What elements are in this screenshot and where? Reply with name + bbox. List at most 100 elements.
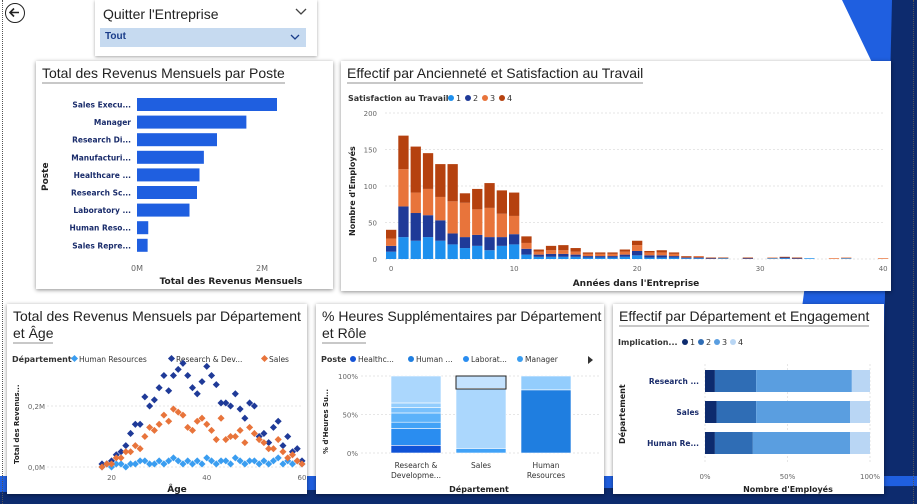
x-tick: 0% [699, 473, 710, 481]
legend-label: Research & Dev... [176, 355, 242, 364]
bar-segment [447, 201, 458, 234]
scatter-point [155, 384, 163, 392]
x-axis-title: Nombre d'Employés [743, 484, 833, 494]
scatter-point [136, 420, 144, 428]
bar-segment [484, 250, 495, 259]
y-tick: 50 [368, 220, 377, 228]
bar-segment [398, 169, 409, 207]
bar-segment [545, 250, 557, 254]
y-axis-title: Nombre d'Employés [347, 146, 357, 236]
overtime-card[interactable]: % Heures Supplémentaires par Département… [316, 304, 604, 494]
bar-segment [390, 428, 442, 446]
legend-title: Département [12, 354, 72, 364]
bar [137, 186, 197, 199]
scatter-point [269, 445, 277, 453]
legend-label: Human Resources [79, 355, 147, 364]
bar-segment [779, 257, 790, 259]
legend-label: 1 [456, 94, 461, 103]
legend-label: Sales [269, 355, 289, 364]
bar-segment [742, 257, 753, 259]
slicer-title: Quitter l'Entreprise [103, 6, 219, 22]
bar-segment [681, 257, 692, 259]
bar [137, 133, 217, 147]
bar-segment [668, 252, 680, 254]
bar-segment [390, 375, 442, 404]
revenue-dept-age-card[interactable]: Total des Revenus Mensuels par Départeme… [7, 304, 307, 494]
bar-segment [422, 188, 434, 216]
bar-segment [545, 245, 557, 251]
y-tick: 0 [373, 256, 377, 264]
bar-segment [545, 253, 557, 257]
bar-segment [656, 252, 667, 256]
arrow-left-circle-icon[interactable] [5, 3, 25, 23]
bar [137, 150, 204, 164]
bar-segment [619, 254, 630, 257]
bar-segment [804, 258, 815, 259]
scatter-point [184, 371, 192, 380]
legend-marker [499, 95, 505, 101]
bar-segment [484, 183, 495, 208]
legend-marker [448, 95, 454, 101]
scatter-point [188, 384, 197, 392]
scatter-point [160, 371, 168, 380]
x-tick: 40 [879, 265, 888, 273]
engagement-card[interactable]: Effectif par Département et Engagement I… [613, 304, 884, 494]
revenue-by-role-chart: Poste Total des Revenus Mensuels 0M 2M S… [41, 98, 302, 287]
bar-segment [582, 253, 594, 257]
right-border-line [913, 0, 914, 504]
legend-marker [682, 339, 688, 345]
bar-segment [668, 253, 680, 257]
revenue-by-role-card[interactable]: Total des Revenus Mensuels par Poste Pos… [36, 61, 333, 289]
legend-marker [465, 95, 471, 101]
scatter-point [122, 442, 130, 450]
tenure-satisfaction-card[interactable]: Effectif par Ancienneté et Satisfaction … [341, 61, 891, 291]
bar-segment [595, 257, 606, 259]
revenue-dept-age-chart: Département Total des Revenus... Âge Hum… [12, 354, 307, 494]
y-tick: 200 [364, 110, 377, 118]
legend-marker [350, 356, 356, 362]
x-axis-title: Âge [167, 483, 187, 494]
bar-segment [595, 252, 606, 254]
bar-segment [716, 401, 757, 423]
x-tick-label: Human [532, 461, 559, 470]
bar-segment [632, 250, 643, 256]
scatter-point [193, 390, 201, 398]
bar-segment [607, 253, 618, 257]
x-tick: 100% [860, 473, 880, 481]
y-axis-title: % d'Heures Su... [322, 389, 330, 454]
bar-segment [668, 257, 680, 259]
y-tick-label: Manufacturi... [71, 153, 131, 162]
y-tick-label: Sales Execu... [72, 101, 131, 110]
bar-segment [595, 253, 606, 257]
bar-segment [714, 432, 753, 454]
scatter-point [127, 448, 135, 456]
bar [137, 115, 247, 129]
tenure-satisfaction-chart: Satisfaction au Travail Nombre d'Employé… [347, 94, 889, 289]
bar [137, 203, 190, 217]
scatter-point [212, 436, 220, 444]
x-tick: 60 [298, 474, 307, 482]
bar-segment [521, 236, 532, 243]
x-tick: 2M [256, 264, 268, 273]
bar-segment [386, 251, 397, 259]
bar-segment [850, 432, 870, 454]
scatter-point [269, 423, 277, 431]
scatter-point [141, 393, 149, 401]
legend-next-icon[interactable] [588, 356, 593, 364]
y-tick-label: Sales [676, 408, 699, 417]
bar-segment [410, 146, 421, 193]
bar-segment [656, 257, 667, 259]
bar-segment [533, 249, 544, 252]
scatter-point [246, 423, 254, 431]
legend-marker [70, 354, 79, 363]
x-tick-label: Sales [471, 461, 491, 470]
attrition-slicer[interactable]: Quitter l'Entreprise Tout [95, 0, 317, 56]
bar-segment [447, 233, 458, 245]
bar-segment [718, 258, 729, 259]
slicer-dropdown[interactable]: Tout [100, 28, 306, 47]
scatter-point [165, 387, 173, 395]
bar-segment [410, 213, 421, 241]
bar-segment [455, 448, 507, 454]
chevron-down-icon[interactable] [295, 8, 307, 16]
bar-segment [714, 370, 757, 392]
